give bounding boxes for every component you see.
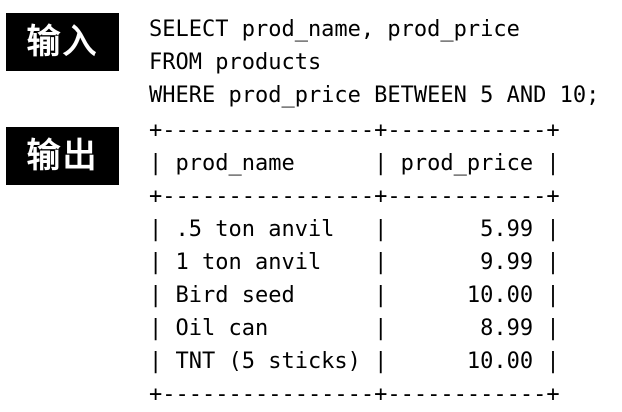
input-label: 输入 xyxy=(6,13,119,71)
table-row: | Oil can | 8.99 | xyxy=(149,316,560,341)
output-label: 输出 xyxy=(6,127,119,185)
table-border-top: +----------------+------------+ xyxy=(149,118,560,143)
table-row: | .5 ton anvil | 5.99 | xyxy=(149,217,560,242)
table-row: | Bird seed | 10.00 | xyxy=(149,283,560,308)
sql-line: SELECT prod_name, prod_price xyxy=(149,17,520,42)
sql-query: SELECT prod_name, prod_price FROM product… xyxy=(149,13,599,112)
table-header-row: | prod_name | prod_price | xyxy=(149,151,560,176)
table-border-bottom: +----------------+------------+ xyxy=(149,382,560,407)
result-table: +----------------+------------+ | prod_na… xyxy=(149,114,560,411)
sql-line: WHERE prod_price BETWEEN 5 AND 10; xyxy=(149,83,600,108)
sql-line: FROM products xyxy=(149,50,322,75)
table-border-header: +----------------+------------+ xyxy=(149,184,560,209)
table-row: | TNT (5 sticks) | 10.00 | xyxy=(149,349,560,374)
table-row: | 1 ton anvil | 9.99 | xyxy=(149,250,560,275)
